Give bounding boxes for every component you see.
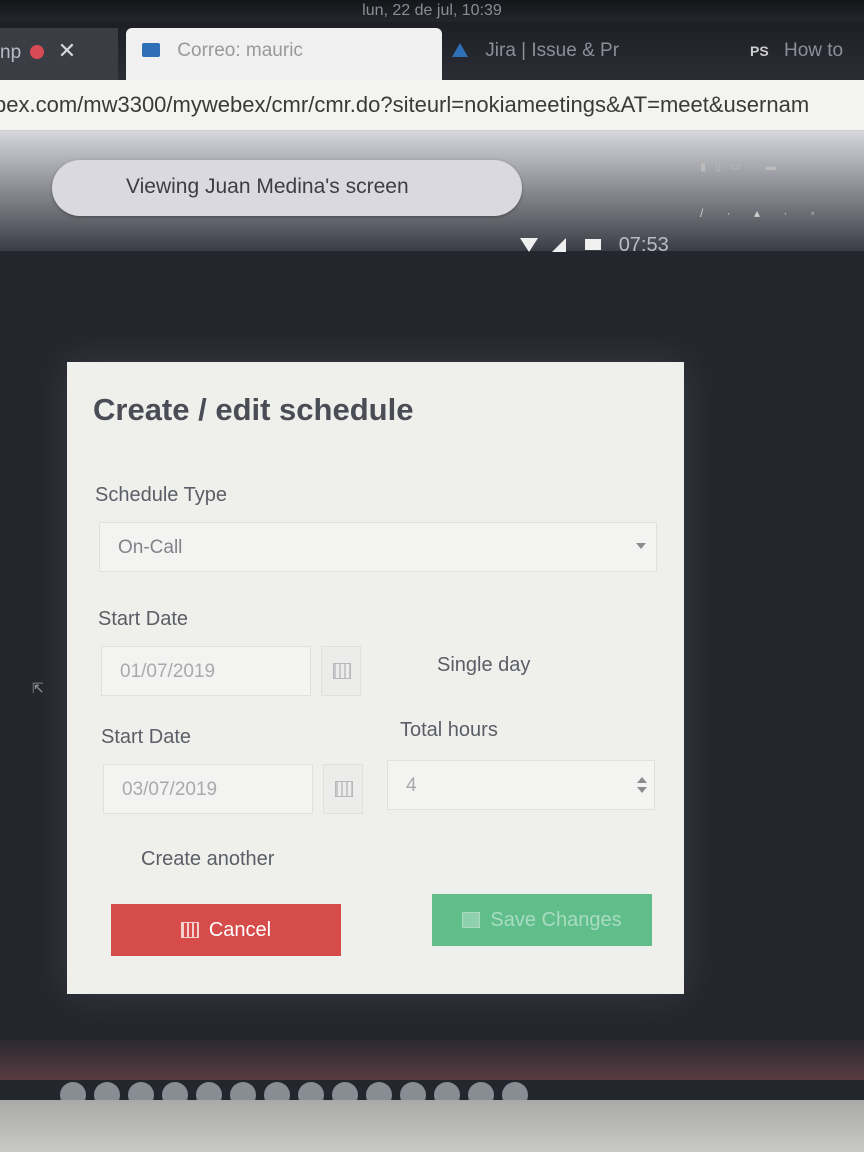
tab-label: np: [0, 42, 22, 63]
remote-clock: 07:53: [618, 234, 669, 256]
tab-label: How to: [783, 40, 844, 61]
create-edit-schedule-dialog: Create / edit schedule Schedule Type On-…: [67, 362, 684, 994]
save-changes-button[interactable]: Save Changes: [432, 894, 652, 946]
total-hours-input[interactable]: 4: [387, 760, 655, 810]
screen-bottom-edge: [0, 1040, 864, 1080]
end-date-calendar-button[interactable]: [323, 764, 363, 814]
start-date-input[interactable]: 01/07/2019: [101, 646, 311, 696]
calendar-icon: [335, 781, 353, 797]
wifi-icon: [520, 238, 538, 252]
tab-label: Correo: mauric: [177, 40, 303, 61]
start-date-label: Start Date: [98, 608, 189, 630]
save-label: Save Changes: [490, 909, 622, 931]
cancel-label: Cancel: [208, 919, 272, 941]
start-date-calendar-button[interactable]: [321, 646, 361, 696]
calendar-icon: [333, 663, 351, 679]
system-tray-icons: ▮ ▯ ▭ ◌ ▬: [700, 161, 780, 173]
recording-icon: [30, 45, 45, 59]
browser-tab-np[interactable]: np ✕: [0, 28, 118, 80]
browser-tab-bar: np ✕ Correo: mauric Jira | Issue & Pr PS…: [0, 22, 864, 80]
browser-tab-howto[interactable]: PS How to: [750, 28, 864, 80]
viewing-screen-pill[interactable]: Viewing Juan Medina's screen: [52, 160, 522, 216]
browser-tab-correo[interactable]: Correo: mauric: [126, 28, 442, 80]
end-date-input[interactable]: 03/07/2019: [103, 764, 313, 814]
chevron-down-icon: [636, 543, 646, 549]
outlook-icon: [142, 43, 160, 57]
address-bar[interactable]: bex.com/mw3300/mywebex/cmr/cmr.do?siteur…: [0, 80, 864, 131]
viewing-label: Viewing Juan Medina's screen: [126, 175, 409, 198]
calendar-icon: [180, 922, 199, 938]
cancel-button[interactable]: Cancel: [111, 904, 341, 956]
schedule-type-select[interactable]: On-Call: [99, 522, 657, 572]
remote-status-bar: 07:53: [520, 230, 720, 260]
end-date-value: 03/07/2019: [122, 779, 218, 800]
annotation-tool-icons: / · ▴ · ◦: [700, 206, 825, 220]
total-hours-value: 4: [406, 775, 417, 796]
jira-icon: [452, 43, 468, 57]
browser-tab-jira[interactable]: Jira | Issue & Pr: [452, 28, 712, 80]
save-icon: [462, 912, 481, 928]
ps-badge-icon: PS: [750, 43, 769, 59]
close-tab-icon[interactable]: ✕: [58, 38, 76, 63]
start-date-value: 01/07/2019: [120, 661, 216, 682]
end-date-label: Start Date: [101, 726, 192, 748]
mouse-cursor-icon: ⇱: [32, 680, 44, 696]
url-text: bex.com/mw3300/mywebex/cmr/cmr.do?siteur…: [0, 92, 810, 117]
laptop-bezel: [0, 1100, 864, 1152]
dialog-title: Create / edit schedule: [93, 392, 414, 427]
tab-label: Jira | Issue & Pr: [485, 40, 620, 61]
signal-icon: [551, 238, 566, 252]
total-hours-label: Total hours: [400, 719, 498, 741]
schedule-type-value: On-Call: [118, 537, 183, 558]
single-day-label[interactable]: Single day: [437, 654, 530, 677]
battery-icon: [585, 239, 602, 250]
create-another-checkbox[interactable]: Create another: [141, 848, 274, 871]
schedule-type-label: Schedule Type: [95, 484, 227, 506]
